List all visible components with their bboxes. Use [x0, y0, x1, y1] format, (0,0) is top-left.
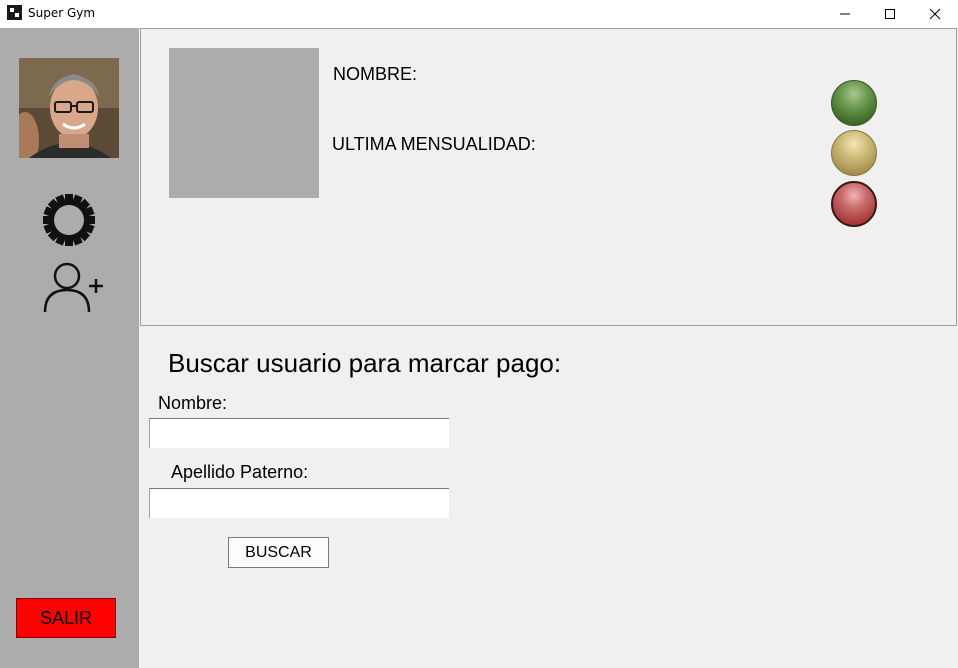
- last-payment-label: ULTIMA MENSUALIDAD:: [332, 134, 536, 154]
- avatar-photo: [19, 58, 119, 158]
- close-button[interactable]: [912, 0, 958, 28]
- settings-button[interactable]: [40, 191, 98, 249]
- status-light-red: [831, 181, 877, 227]
- last-name-label: Apellido Paterno:: [171, 462, 309, 482]
- sidebar: SALIR: [0, 28, 139, 668]
- minimize-icon: [840, 13, 850, 15]
- search-section-title: Buscar usuario para marcar pago:: [168, 348, 562, 378]
- last-name-input[interactable]: [149, 488, 449, 518]
- avatar[interactable]: [19, 58, 119, 158]
- status-light-yellow: [831, 130, 877, 176]
- member-name-label: NOMBRE:: [333, 64, 418, 84]
- maximize-button[interactable]: [867, 0, 913, 28]
- minimize-button[interactable]: [822, 0, 868, 28]
- window-title: Super Gym: [28, 6, 96, 20]
- gear-icon: [43, 194, 95, 246]
- member-photo-placeholder: [169, 48, 319, 198]
- close-icon: [929, 8, 941, 20]
- maximize-icon: [885, 9, 895, 19]
- app-icon: [7, 5, 22, 20]
- add-user-icon: [43, 262, 103, 313]
- search-button[interactable]: BUSCAR: [228, 537, 329, 568]
- first-name-input[interactable]: [149, 418, 449, 448]
- member-info-panel: NOMBRE: ULTIMA MENSUALIDAD:: [140, 28, 957, 326]
- status-light-green: [831, 80, 877, 126]
- add-user-button[interactable]: [40, 258, 106, 316]
- exit-button[interactable]: SALIR: [16, 598, 116, 638]
- title-bar: Super Gym: [0, 0, 958, 28]
- first-name-label: Nombre:: [158, 393, 228, 413]
